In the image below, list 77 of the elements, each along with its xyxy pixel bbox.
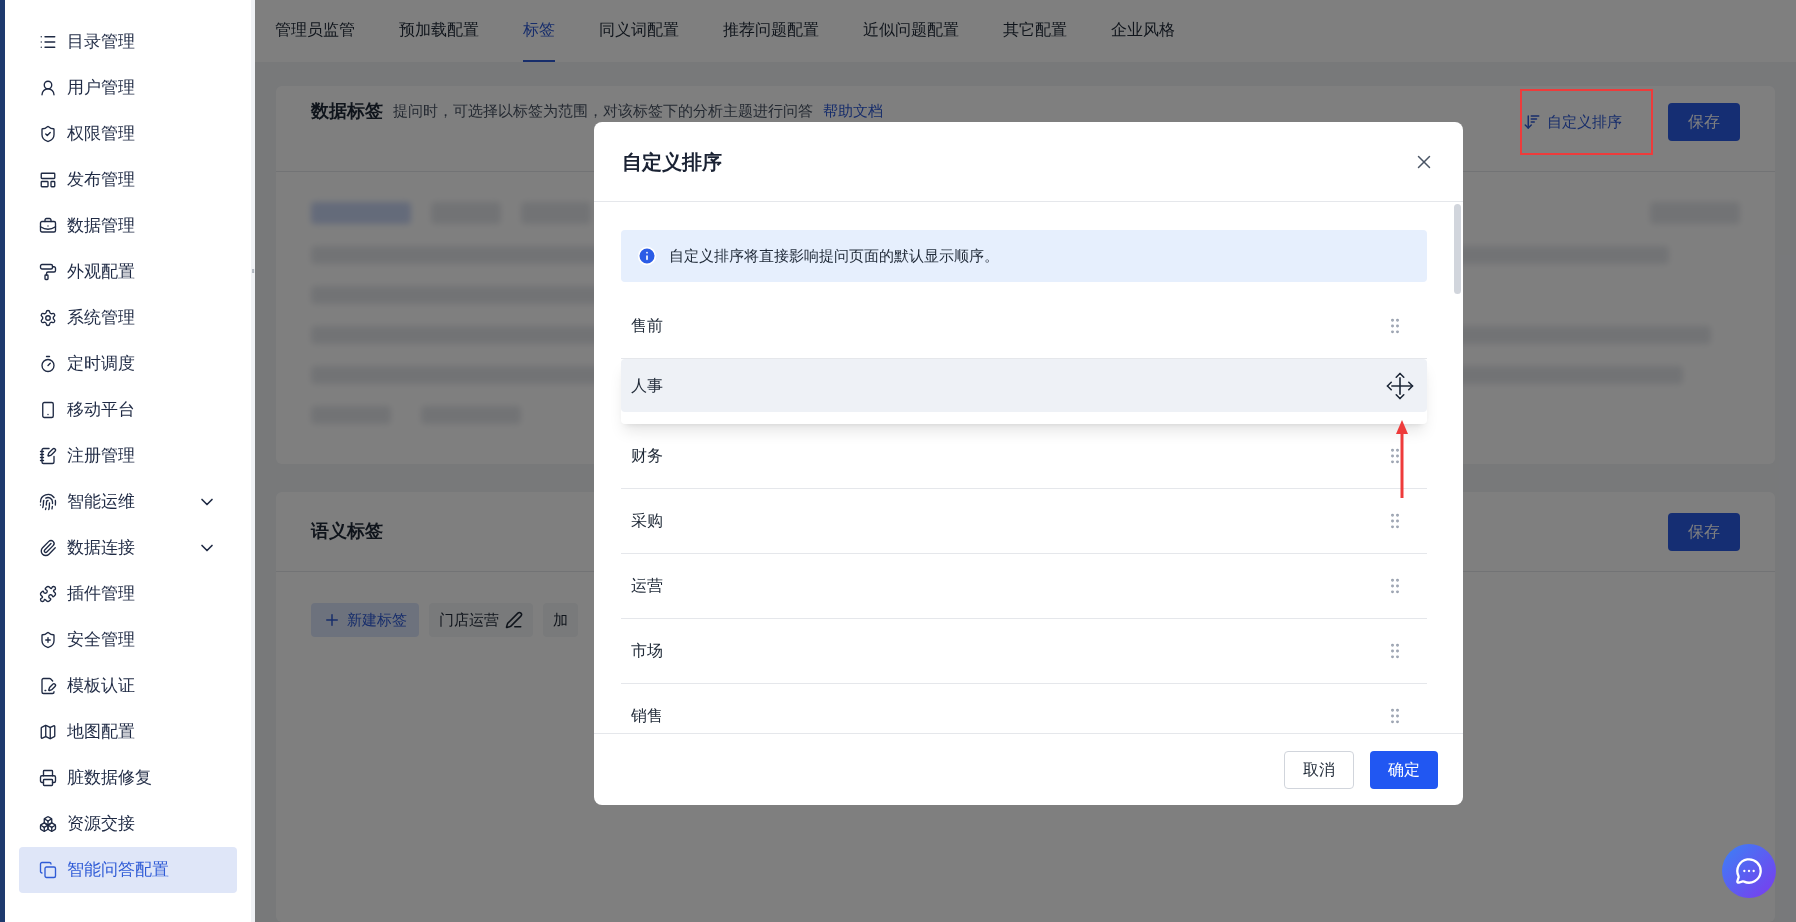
row-label: 售前 (631, 316, 664, 336)
shield-icon (39, 125, 57, 143)
sidebar-item[interactable]: 智能运维 (19, 479, 237, 525)
sort-icon (1523, 113, 1541, 131)
row-label: 市场 (631, 641, 664, 661)
sidebar-item[interactable]: 目录管理 (19, 19, 237, 65)
move-cursor-icon (1385, 370, 1415, 401)
boxes-icon (39, 815, 57, 833)
tag-label: 加 (553, 609, 568, 630)
phone-icon (39, 401, 57, 419)
arrow-up-icon (1396, 420, 1408, 500)
sidebar-item[interactable]: 权限管理 (19, 111, 237, 157)
sortable-row[interactable]: 销售 (621, 684, 1427, 733)
row-label: 采购 (631, 511, 664, 531)
printer-icon (39, 769, 57, 787)
sidebar-item[interactable]: 模板认证 (19, 663, 237, 709)
sidebar-item[interactable]: 注册管理 (19, 433, 237, 479)
card-title: 数据标签 (311, 101, 383, 121)
edit-icon[interactable] (505, 611, 523, 629)
timer-icon (39, 355, 57, 373)
row-label: 人事 (631, 375, 664, 396)
paint-roller-icon (39, 263, 57, 281)
sidebar-item[interactable]: 插件管理 (19, 571, 237, 617)
plus-icon (323, 611, 341, 629)
info-icon (637, 246, 657, 266)
tab[interactable]: 同义词配置 (599, 0, 679, 62)
shield-plus-icon (39, 631, 57, 649)
dialog-title: 自定义排序 (622, 149, 723, 175)
tab[interactable]: 管理员监管 (275, 0, 355, 62)
tag-chip[interactable]: 门店运营 (429, 603, 533, 637)
copy-icon (39, 861, 57, 879)
tab[interactable]: 预加载配置 (399, 0, 479, 62)
tab[interactable]: 企业风格 (1111, 0, 1175, 62)
sortable-row[interactable]: 市场 (621, 619, 1427, 684)
cancel-button[interactable]: 取消 (1284, 750, 1354, 789)
sidebar-item[interactable]: 地图配置 (19, 709, 237, 755)
list-icon (39, 33, 57, 51)
tag-label: 门店运营 (439, 609, 499, 630)
row-label: 财务 (631, 446, 664, 466)
row-label: 运营 (631, 576, 664, 596)
fingerprint-icon (39, 493, 57, 511)
tag-chip[interactable]: 加 (543, 603, 578, 637)
sidebar-item[interactable]: 系统管理 (19, 295, 237, 341)
tab[interactable]: 推荐问题配置 (723, 0, 819, 62)
tab[interactable]: 其它配置 (1003, 0, 1067, 62)
sortable-row[interactable]: 采购 (621, 489, 1427, 554)
confirm-button[interactable]: 确定 (1370, 750, 1438, 789)
sortable-row[interactable]: 运营 (621, 554, 1427, 619)
dragged-row[interactable]: 人事 (621, 359, 1427, 424)
sidebar-item[interactable]: 脏数据修复 (19, 755, 237, 801)
sidebar-item[interactable]: 移动平台 (19, 387, 237, 433)
user-icon (39, 79, 57, 97)
hint-text: 提问时，可选择以标签为范围，对该标签下的分析主题进行问答 (393, 101, 813, 121)
row-label: 销售 (631, 706, 664, 726)
chat-icon (1735, 857, 1763, 885)
briefcase-icon (39, 217, 57, 235)
sidebar-item[interactable]: 外观配置 (19, 249, 237, 295)
sidebar-item[interactable]: 发布管理 (19, 157, 237, 203)
sidebar-item[interactable]: 用户管理 (19, 65, 237, 111)
layout-icon (39, 171, 57, 189)
sidebar-item[interactable]: 智能问答配置 (19, 847, 237, 893)
notebook-icon (39, 447, 57, 465)
sortable-row[interactable]: 财务 (621, 424, 1427, 489)
sidebar-item[interactable]: 安全管理 (19, 617, 237, 663)
file-edit-icon (39, 677, 57, 695)
puzzle-icon (39, 585, 57, 603)
tab[interactable]: 近似问题配置 (863, 0, 959, 62)
sidebar-item[interactable]: 数据连接 (19, 525, 237, 571)
map-icon (39, 723, 57, 741)
scrollbar[interactable] (1454, 204, 1461, 294)
sidebar-item[interactable]: 数据管理 (19, 203, 237, 249)
card-title: 语义标签 (311, 520, 383, 543)
paperclip-icon (39, 539, 57, 557)
notice-text: 自定义排序将直接影响提问页面的默认显示顺序。 (669, 245, 999, 266)
sidebar-item[interactable]: 资源交接 (19, 801, 237, 847)
sidebar-item[interactable]: 定时调度 (19, 341, 237, 387)
settings-icon (39, 309, 57, 327)
